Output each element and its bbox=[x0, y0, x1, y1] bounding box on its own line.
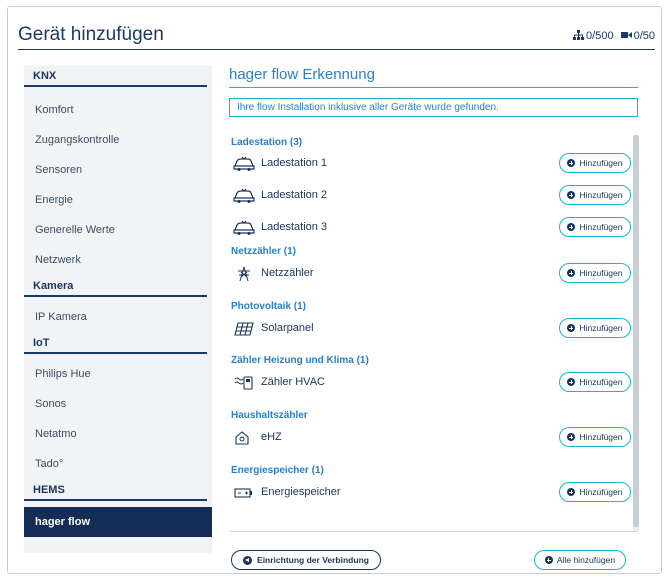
connection-setup-button[interactable]: Einrichtung der Verbindung bbox=[231, 550, 381, 570]
plus-circle-icon bbox=[567, 433, 576, 441]
sidebar-section-kamera: Kamera bbox=[24, 275, 207, 297]
device-label: Netzzähler bbox=[261, 267, 314, 279]
add-button[interactable]: Hinzufügen bbox=[559, 263, 631, 283]
plus-circle-icon bbox=[567, 223, 576, 231]
add-button-label: Hinzufügen bbox=[579, 158, 623, 168]
device-row: Energiespeicher Hinzufügen bbox=[231, 482, 631, 504]
sidebar-item-ip-kamera[interactable]: IP Kamera bbox=[24, 302, 212, 332]
sidebar-item-philips-hue[interactable]: Philips Hue bbox=[24, 359, 212, 389]
category-heading: Haushaltszähler bbox=[231, 410, 308, 421]
sidebar-item-netzwerk[interactable]: Netzwerk bbox=[24, 245, 212, 275]
title-divider bbox=[18, 49, 655, 50]
sidebar-section-iot: IoT bbox=[24, 332, 207, 354]
sidebar-item-tado[interactable]: Tado° bbox=[24, 449, 212, 479]
add-button[interactable]: Hinzufügen bbox=[559, 217, 631, 237]
panel-title-divider bbox=[229, 87, 638, 88]
device-label: Ladestation 3 bbox=[261, 221, 328, 233]
device-counter: 0/500 bbox=[573, 30, 614, 42]
category-heading: Netzzähler (1) bbox=[231, 246, 297, 257]
add-all-button[interactable]: Alle hinzufügen bbox=[534, 550, 626, 570]
plus-circle-icon bbox=[567, 378, 576, 386]
add-button-label: Hinzufügen bbox=[579, 377, 623, 387]
device-row: Netzzähler Hinzufügen bbox=[231, 263, 631, 285]
add-button-label: Hinzufügen bbox=[579, 222, 623, 232]
sidebar-item-sensoren[interactable]: Sensoren bbox=[24, 155, 212, 185]
plus-circle-icon bbox=[544, 556, 553, 564]
device-row: eHZ Hinzufügen bbox=[231, 427, 631, 449]
device-label: Solarpanel bbox=[261, 322, 314, 334]
category-heading: Energiespeicher (1) bbox=[231, 465, 324, 476]
device-row: Zähler HVAC Hinzufügen bbox=[231, 372, 631, 394]
info-banner: Ihre flow Installation inklusive aller G… bbox=[229, 98, 638, 117]
plus-circle-icon bbox=[567, 324, 576, 332]
sidebar-section-knx: KNX bbox=[24, 65, 207, 87]
add-button[interactable]: Hinzufügen bbox=[559, 318, 631, 338]
device-row: Ladestation 2 Hinzufügen bbox=[231, 185, 631, 207]
camera-counter: 0/50 bbox=[620, 30, 655, 42]
car-icon bbox=[233, 220, 255, 235]
battery-icon bbox=[234, 488, 252, 498]
add-button[interactable]: Hinzufügen bbox=[559, 372, 631, 392]
add-button-label: Hinzufügen bbox=[579, 190, 623, 200]
sidebar-item-komfort[interactable]: Komfort bbox=[24, 95, 212, 125]
add-button[interactable]: Hinzufügen bbox=[559, 153, 631, 173]
sidebar-item-energie[interactable]: Energie bbox=[24, 185, 212, 215]
add-button[interactable]: Hinzufügen bbox=[559, 482, 631, 502]
plus-circle-icon bbox=[567, 159, 576, 167]
add-button-label: Hinzufügen bbox=[579, 487, 623, 497]
device-label: eHZ bbox=[261, 431, 282, 443]
category-heading: Photovoltaik (1) bbox=[231, 301, 307, 312]
plus-circle-icon bbox=[567, 191, 576, 199]
device-label: Ladestation 2 bbox=[261, 189, 328, 201]
device-label: Zähler HVAC bbox=[261, 376, 325, 388]
network-icon bbox=[573, 30, 585, 40]
plus-circle-icon bbox=[567, 269, 576, 277]
sidebar-item-generelle-werte[interactable]: Generelle Werte bbox=[24, 215, 212, 245]
category-sidebar: KNX Komfort Zugangskontrolle Sensoren En… bbox=[24, 65, 212, 553]
footer-divider bbox=[229, 531, 638, 532]
device-counter-value: 0/500 bbox=[586, 30, 614, 42]
panel-title: hager flow Erkennung bbox=[229, 66, 375, 83]
device-row: Ladestation 3 Hinzufügen bbox=[231, 217, 631, 239]
category-heading: Zähler Heizung und Klima (1) bbox=[231, 355, 369, 366]
add-all-label: Alle hinzufügen bbox=[556, 555, 616, 565]
back-arrow-icon bbox=[243, 555, 253, 565]
camera-icon bbox=[620, 32, 632, 38]
device-row: Ladestation 1 Hinzufügen bbox=[231, 153, 631, 175]
dialog-title: Gerät hinzufügen bbox=[18, 24, 164, 45]
car-icon bbox=[233, 156, 255, 171]
device-row: Solarpanel Hinzufügen bbox=[231, 318, 631, 340]
device-list: Ladestation (3) Ladestation 1 Hinzufügen… bbox=[229, 137, 631, 529]
solar-panel-icon bbox=[234, 322, 254, 336]
power-pylon-icon bbox=[238, 266, 250, 282]
detection-panel: hager flow Erkennung Ihre flow Installat… bbox=[229, 65, 639, 570]
category-heading: Ladestation (3) bbox=[231, 137, 303, 148]
connection-setup-label: Einrichtung der Verbindung bbox=[257, 555, 369, 565]
sidebar-item-hager-flow[interactable]: hager flow bbox=[24, 507, 212, 537]
device-label: Ladestation 1 bbox=[261, 157, 328, 169]
camera-counter-value: 0/50 bbox=[633, 30, 655, 42]
add-button-label: Hinzufügen bbox=[579, 268, 623, 278]
add-button[interactable]: Hinzufügen bbox=[559, 427, 631, 447]
scrollbar-thumb[interactable] bbox=[633, 135, 639, 527]
add-button-label: Hinzufügen bbox=[579, 323, 623, 333]
sidebar-item-sonos[interactable]: Sonos bbox=[24, 389, 212, 419]
hvac-meter-icon bbox=[234, 376, 253, 390]
device-label: Energiespeicher bbox=[261, 486, 341, 498]
add-button-label: Hinzufügen bbox=[579, 432, 623, 442]
device-counters: 0/500 0/50 bbox=[573, 30, 655, 42]
plus-circle-icon bbox=[567, 488, 576, 496]
sidebar-item-zugangskontrolle[interactable]: Zugangskontrolle bbox=[24, 125, 212, 155]
sidebar-section-hems: HEMS bbox=[24, 479, 207, 501]
car-icon bbox=[233, 188, 255, 203]
house-meter-icon bbox=[235, 431, 249, 445]
sidebar-item-netatmo[interactable]: Netatmo bbox=[24, 419, 212, 449]
add-button[interactable]: Hinzufügen bbox=[559, 185, 631, 205]
